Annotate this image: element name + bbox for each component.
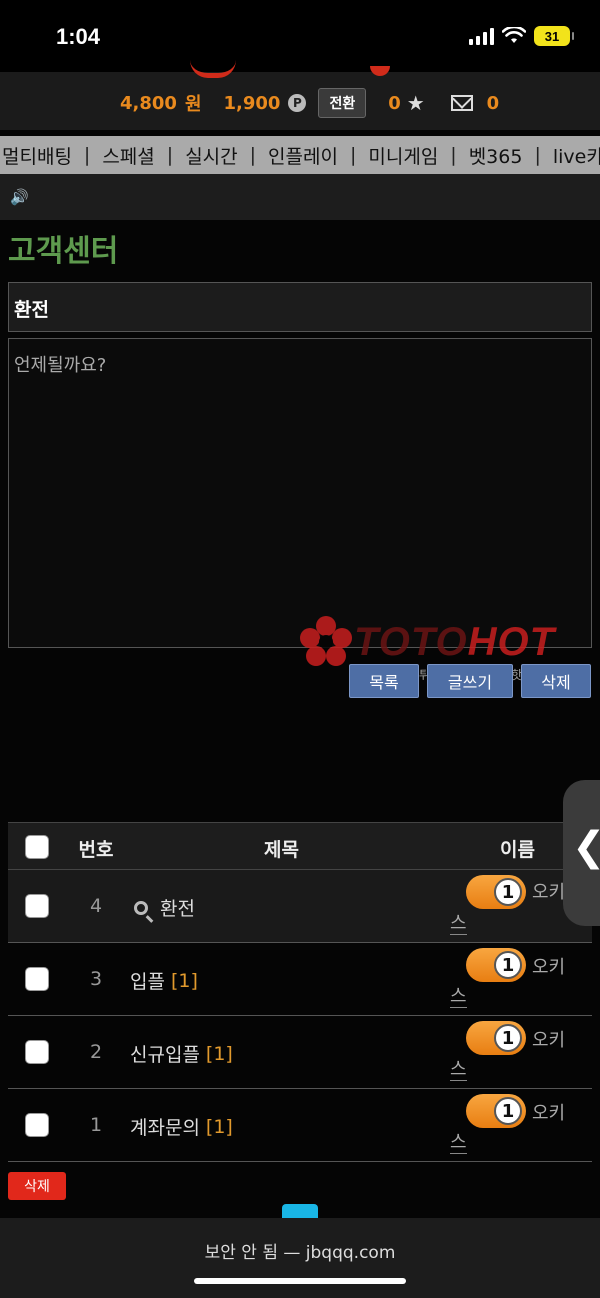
- nav-item-inplay[interactable]: 인플레이: [266, 142, 340, 169]
- list-button[interactable]: 목록: [349, 664, 419, 698]
- table-row[interactable]: 1 계좌문의 [1] 1 오키 스: [8, 1089, 592, 1162]
- row-checkbox[interactable]: [25, 1113, 49, 1137]
- nav-separator: |: [534, 144, 541, 166]
- nav-item-bet365[interactable]: 벳365: [467, 142, 525, 169]
- delete-post-button[interactable]: 삭제: [521, 664, 591, 698]
- write-button[interactable]: 글쓰기: [427, 664, 513, 698]
- row-writer-tail: 스: [450, 913, 467, 935]
- comment-count: [1]: [170, 969, 198, 992]
- table-header: 번호 제목 이름: [8, 822, 592, 870]
- watermark-flower-icon: [300, 616, 352, 666]
- row-writer: 오키: [532, 1103, 566, 1124]
- watermark-brand-b: HOT: [467, 619, 556, 664]
- row-num: 1: [89, 1114, 103, 1136]
- row-num: 3: [89, 968, 103, 990]
- cellular-signal-icon: [469, 27, 494, 45]
- nav-item-special[interactable]: 스페셜: [100, 142, 156, 169]
- level-number: 1: [494, 951, 522, 979]
- level-badge: 1: [466, 875, 526, 909]
- stars-count: 0: [388, 92, 401, 114]
- row-title[interactable]: 신규입플 [1]: [130, 1040, 233, 1067]
- point-icon: P: [288, 94, 307, 112]
- delete-selected-button[interactable]: 삭제: [8, 1172, 66, 1200]
- status-time: 1:04: [56, 24, 101, 49]
- row-writer-tail: 스: [450, 986, 467, 1008]
- row-title[interactable]: 환전: [130, 894, 195, 921]
- row-num: 4: [89, 895, 103, 917]
- nav-item-live[interactable]: 실시간: [183, 142, 239, 169]
- mail-icon[interactable]: [450, 95, 473, 111]
- nav-item-multi[interactable]: 멀티배팅: [0, 142, 74, 169]
- star-icon[interactable]: ★: [407, 91, 425, 115]
- balance-row: 4,800 원 1,900 P 전환 0 ★ 0: [120, 88, 499, 118]
- row-checkbox[interactable]: [25, 1040, 49, 1064]
- main-nav: 멀티배팅 | 스페셜 | 실시간 | 인플레이 | 미니게임 | 벳365 | …: [0, 136, 600, 174]
- row-title[interactable]: 입플 [1]: [130, 967, 198, 994]
- battery-icon: 31: [534, 26, 574, 46]
- level-number: 1: [494, 878, 522, 906]
- post-body: 언제될까요?: [8, 338, 592, 648]
- header-title: 제목: [264, 839, 299, 861]
- watermark: TOTO HOT 먹튀검증사이트 토토핫: [298, 614, 556, 682]
- level-number: 1: [494, 1024, 522, 1052]
- status-bar: 1:04 31: [0, 0, 600, 72]
- level-badge: 1: [466, 1021, 526, 1055]
- home-indicator[interactable]: [194, 1278, 406, 1284]
- wifi-icon: [502, 27, 526, 43]
- level-badge: 1: [466, 1094, 526, 1128]
- nav-separator: |: [249, 144, 257, 166]
- row-title-text[interactable]: 신규입플: [130, 1040, 200, 1067]
- chevron-left-icon[interactable]: ❮: [572, 824, 600, 870]
- comment-count: [1]: [205, 1042, 233, 1065]
- mail-count[interactable]: 0: [487, 93, 500, 114]
- row-writer: 오키: [532, 882, 566, 903]
- row-title-text[interactable]: 입플: [130, 967, 165, 994]
- nav-separator: |: [166, 144, 174, 166]
- search-icon: [134, 900, 148, 915]
- row-title-text[interactable]: 계좌문의: [130, 1113, 200, 1140]
- money-unit: 원: [184, 94, 202, 115]
- nav-separator: |: [450, 144, 457, 166]
- watermark-brand-a: TOTO: [354, 619, 468, 664]
- select-all-checkbox[interactable]: [25, 835, 49, 859]
- row-checkbox[interactable]: [25, 967, 49, 991]
- row-title-text[interactable]: 환전: [160, 894, 195, 921]
- table-row[interactable]: 3 입플 [1] 1 오키 스: [8, 943, 592, 1016]
- row-writer: 오키: [532, 1030, 566, 1051]
- notice-bar: [0, 174, 600, 220]
- post-subject: 환전: [8, 282, 592, 332]
- row-writer: 오키: [532, 957, 566, 978]
- page-title: 고객센터: [8, 234, 119, 269]
- nav-separator: |: [83, 144, 91, 166]
- level-number: 1: [494, 1097, 522, 1125]
- post-list-table: 번호 제목 이름 4 환전 1 오키 스 3 입플 [1] 1 오키 스 2 신…: [8, 822, 592, 1162]
- header-writer: 이름: [500, 839, 535, 861]
- speaker-icon: 🔊: [10, 188, 29, 206]
- row-writer-tail: 스: [450, 1059, 467, 1081]
- nav-item-minigame[interactable]: 미니게임: [366, 142, 440, 169]
- table-row[interactable]: 4 환전 1 오키 스: [8, 870, 592, 943]
- points-amount: 1,900: [223, 92, 281, 114]
- nav-item-livecasino[interactable]: live카: [551, 142, 600, 169]
- comment-count: [1]: [205, 1115, 233, 1138]
- status-icons: 31: [469, 26, 574, 46]
- browser-url[interactable]: 보안 안 됨 — jbqqq.com: [0, 1238, 600, 1263]
- row-num: 2: [89, 1041, 103, 1063]
- pagination-current[interactable]: [282, 1204, 318, 1218]
- nav-separator: |: [349, 144, 357, 166]
- money-amount: 4,800: [120, 92, 177, 114]
- header-num: 번호: [78, 839, 114, 861]
- row-writer-tail: 스: [450, 1132, 467, 1154]
- level-badge: 1: [466, 948, 526, 982]
- table-row[interactable]: 2 신규입플 [1] 1 오키 스: [8, 1016, 592, 1089]
- row-checkbox[interactable]: [25, 894, 49, 918]
- point-switch-button[interactable]: 전환: [318, 88, 367, 118]
- row-title[interactable]: 계좌문의 [1]: [130, 1113, 233, 1140]
